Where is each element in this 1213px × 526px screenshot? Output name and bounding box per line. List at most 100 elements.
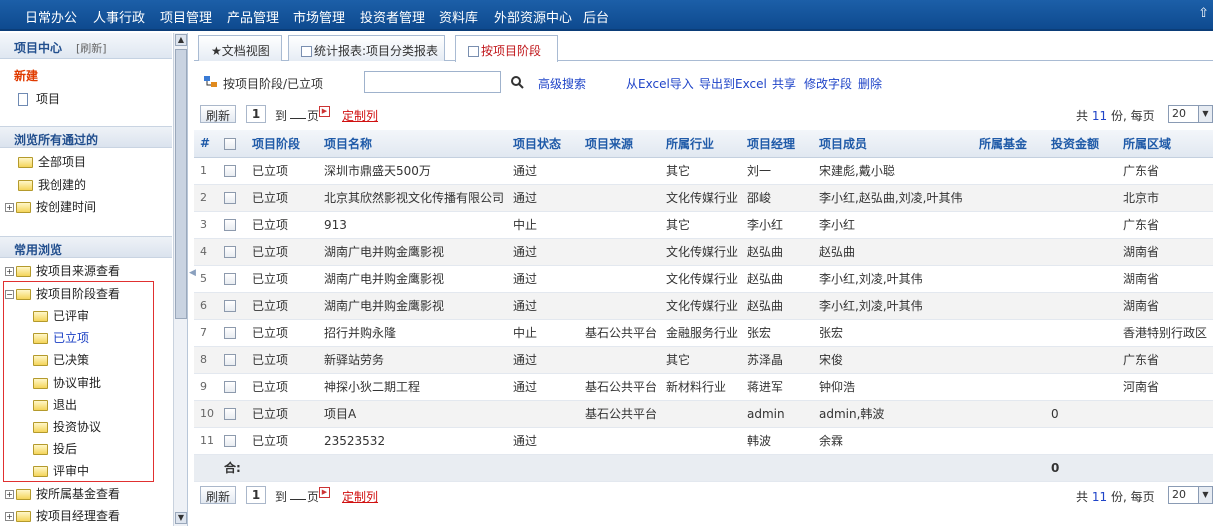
cell-name[interactable]: 招行并购永隆 <box>324 319 513 347</box>
table-row[interactable]: 4 已立项 湖南广电并购金鹰影视 通过 文化传媒行业 赵弘曲 赵弘曲 湖南省 <box>194 238 1213 266</box>
cell-name[interactable]: 神探小狄二期工程 <box>324 373 513 401</box>
table-row[interactable]: 8 已立项 新驿站劳务 通过 其它 苏泽晶 宋俊 广东省 <box>194 346 1213 374</box>
nav-item-external-resources[interactable]: 外部资源中心 <box>494 7 572 26</box>
customize-columns-link[interactable]: 定制列 <box>342 107 378 124</box>
col-header[interactable]: 所属区域 <box>1123 130 1213 158</box>
nav-item-daily-office[interactable]: 日常办公 <box>25 7 77 26</box>
tree-item-stage-reviewed[interactable]: 已评审 <box>33 307 89 324</box>
table-row[interactable]: 10 已立项 项目A 基石公共平台 admin admin,韩波 0 <box>194 400 1213 428</box>
row-select-cell[interactable] <box>224 157 252 185</box>
nav-item-backend[interactable]: 后台 <box>583 7 609 26</box>
row-select-cell[interactable] <box>224 373 252 401</box>
refresh-button[interactable]: 刷新 <box>200 105 237 123</box>
row-select-cell[interactable] <box>224 238 252 266</box>
scroll-down-icon[interactable]: ▼ <box>175 512 187 524</box>
col-header[interactable]: 所属基金 <box>979 130 1051 158</box>
cell-name[interactable]: 湖南广电并购金鹰影视 <box>324 238 513 266</box>
tree-item-stage-exit[interactable]: 退出 <box>33 396 77 413</box>
scroll-up-icon[interactable]: ▲ <box>175 34 187 46</box>
customize-columns-link[interactable]: 定制列 <box>342 488 378 505</box>
page-jump-input[interactable] <box>290 118 306 119</box>
checkbox[interactable] <box>224 435 236 447</box>
checkbox[interactable] <box>224 192 236 204</box>
cell-name[interactable]: 北京其欣然影视文化传播有限公司 <box>324 184 513 212</box>
col-header[interactable]: 项目成员 <box>819 130 979 158</box>
tab-document-view[interactable]: ★文档视图 <box>198 35 282 61</box>
tab-stats-report[interactable]: 统计报表:项目分类报表 <box>288 35 445 61</box>
col-header[interactable]: 所属行业 <box>666 130 747 158</box>
delete-link[interactable]: 删除 <box>858 75 882 92</box>
row-select-cell[interactable] <box>224 400 252 428</box>
table-row[interactable]: 5 已立项 湖南广电并购金鹰影视 通过 文化传媒行业 赵弘曲 李小红,刘凌,叶其伟 湖南省 <box>194 265 1213 293</box>
cell-name[interactable]: 913 <box>324 211 513 239</box>
checkbox[interactable] <box>224 219 236 231</box>
tree-item-stage-agreement-approval[interactable]: 协议审批 <box>33 374 101 391</box>
col-header[interactable]: 项目阶段 <box>252 130 324 158</box>
checkbox[interactable] <box>224 246 236 258</box>
col-header[interactable]: 项目状态 <box>513 130 585 158</box>
sidebar-scrollbar[interactable]: ▲ ▼ <box>173 33 187 526</box>
nav-item-investor-mgmt[interactable]: 投资者管理 <box>360 7 425 26</box>
tab-by-stage[interactable]: 按项目阶段 <box>455 35 558 62</box>
collapse-icon[interactable]: ⇧ <box>1198 6 1209 21</box>
table-row[interactable]: 9 已立项 神探小狄二期工程 通过 基石公共平台 新材料行业 蒋进军 钟仰浩 河南省 <box>194 373 1213 401</box>
tree-item-all-projects[interactable]: 全部项目 <box>18 153 86 170</box>
refresh-button[interactable]: 刷新 <box>200 486 237 504</box>
chevron-down-icon[interactable]: ▼ <box>1198 106 1212 122</box>
row-select-cell[interactable] <box>224 427 252 455</box>
tree-item-by-manager[interactable]: + 按项目经理查看 <box>5 507 120 524</box>
checkbox[interactable] <box>224 354 236 366</box>
cell-name[interactable]: 项目A <box>324 400 513 428</box>
checkbox[interactable] <box>224 408 236 420</box>
nav-item-product-mgmt[interactable]: 产品管理 <box>227 7 279 26</box>
tree-item-my-created[interactable]: 我创建的 <box>18 176 86 193</box>
col-header-select-all[interactable] <box>224 130 252 158</box>
export-excel-link[interactable]: 导出到Excel <box>699 75 767 92</box>
advanced-search-link[interactable]: 高级搜索 <box>538 75 586 92</box>
modify-fields-link[interactable]: 修改字段 <box>804 75 852 92</box>
table-row[interactable]: 11 已立项 23523532 通过 韩波 余霖 <box>194 427 1213 455</box>
share-link[interactable]: 共享 <box>772 75 796 92</box>
tree-item-by-fund[interactable]: + 按所属基金查看 <box>5 485 120 502</box>
table-row[interactable]: 7 已立项 招行并购永隆 中止 基石公共平台 金融服务行业 张宏 张宏 香港特别行政区 <box>194 319 1213 347</box>
cell-name[interactable]: 湖南广电并购金鹰影视 <box>324 265 513 293</box>
checkbox[interactable] <box>224 137 236 150</box>
new-project-item[interactable]: 项目 <box>18 90 60 107</box>
table-row[interactable]: 1 已立项 深圳市鼎盛天500万 通过 其它 刘一 宋建彪,戴小聪 广东省 <box>194 157 1213 185</box>
tree-item-by-source[interactable]: + 按项目来源查看 <box>5 262 120 279</box>
expand-icon[interactable]: + <box>5 267 14 276</box>
import-excel-link[interactable]: 从Excel导入 <box>626 75 694 92</box>
tree-item-by-stage[interactable]: − 按项目阶段查看 <box>5 285 120 302</box>
go-page-icon[interactable]: ▶ <box>319 487 330 498</box>
row-select-cell[interactable] <box>224 265 252 293</box>
checkbox[interactable] <box>224 327 236 339</box>
table-row[interactable]: 2 已立项 北京其欣然影视文化传播有限公司 通过 文化传媒行业 邵峻 李小红,赵弘曲,刘凌,… <box>194 184 1213 212</box>
nav-item-library[interactable]: 资料库 <box>439 7 478 26</box>
col-header[interactable]: 项目来源 <box>585 130 666 158</box>
expand-icon[interactable]: + <box>5 512 14 521</box>
tree-item-stage-decided[interactable]: 已决策 <box>33 351 89 368</box>
search-icon[interactable] <box>510 75 524 89</box>
tree-item-stage-post-investment[interactable]: 投后 <box>33 440 77 457</box>
row-select-cell[interactable] <box>224 346 252 374</box>
scroll-thumb[interactable] <box>175 49 187 319</box>
expand-icon[interactable]: + <box>5 490 14 499</box>
cell-name[interactable]: 23523532 <box>324 427 513 455</box>
tree-item-by-create-time[interactable]: + 按创建时间 <box>5 198 96 215</box>
checkbox[interactable] <box>224 273 236 285</box>
row-select-cell[interactable] <box>224 292 252 320</box>
nav-item-project-mgmt[interactable]: 项目管理 <box>160 7 212 26</box>
col-header[interactable]: 投资金额 <box>1051 130 1123 158</box>
expand-icon[interactable]: + <box>5 203 14 212</box>
sidebar-refresh-link[interactable]: [刷新] <box>76 40 107 56</box>
nav-item-hr[interactable]: 人事行政 <box>93 7 145 26</box>
cell-name[interactable]: 深圳市鼎盛天500万 <box>324 157 513 185</box>
tree-item-stage-under-review[interactable]: 评审中 <box>33 462 89 479</box>
col-header[interactable]: 项目经理 <box>747 130 819 158</box>
table-row[interactable]: 6 已立项 湖南广电并购金鹰影视 通过 文化传媒行业 赵弘曲 李小红,刘凌,叶其伟 湖南省 <box>194 292 1213 320</box>
chevron-down-icon[interactable]: ▼ <box>1198 487 1212 503</box>
checkbox[interactable] <box>224 165 236 177</box>
search-input[interactable] <box>364 71 501 93</box>
cell-name[interactable]: 新驿站劳务 <box>324 346 513 374</box>
row-select-cell[interactable] <box>224 319 252 347</box>
